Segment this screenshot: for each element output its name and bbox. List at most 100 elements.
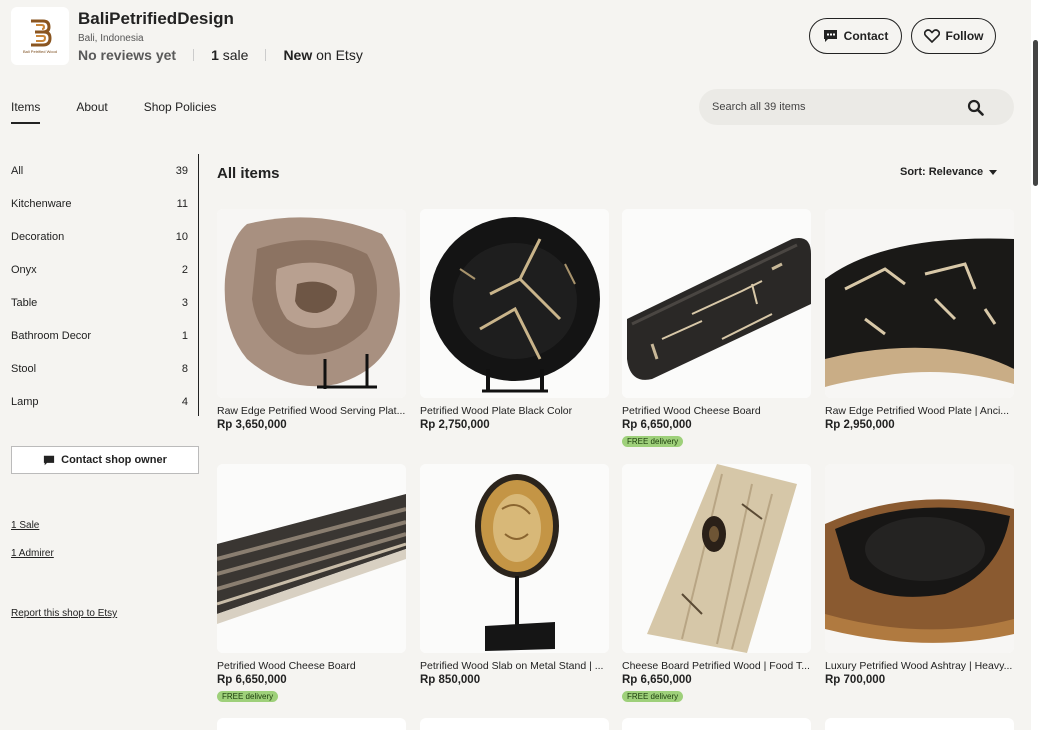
category-count: 1 xyxy=(181,329,188,342)
category-label: Kitchenware xyxy=(11,197,72,210)
listing-title[interactable]: Raw Edge Petrified Wood Serving Plat... xyxy=(217,405,406,417)
listing-card[interactable]: Raw Edge Petrified Wood Serving Plat... … xyxy=(217,209,406,431)
free-delivery-badge: FREE delivery xyxy=(622,691,684,702)
listing-title[interactable]: Petrified Wood Cheese Board xyxy=(217,660,406,672)
listing-card[interactable]: Petrified Wood Plate Black Color Rp 2,75… xyxy=(420,209,609,431)
category-count: 2 xyxy=(181,263,188,276)
scrollbar[interactable] xyxy=(1031,0,1040,730)
category-stool[interactable]: Stool 8 xyxy=(11,352,188,385)
category-label: Decoration xyxy=(11,230,65,243)
category-table[interactable]: Table 3 xyxy=(11,286,188,319)
sort-dropdown[interactable]: Sort: Relevance xyxy=(900,166,998,178)
shop-name[interactable]: BaliPetrifiedDesign xyxy=(78,9,234,29)
listing-card[interactable]: Luxury Petrified Wood Ashtray | Heavy...… xyxy=(825,464,1014,686)
contact-shop-owner-button[interactable]: Contact shop owner xyxy=(11,446,199,474)
category-label: All xyxy=(11,164,24,177)
search-input[interactable]: Search all 39 items xyxy=(699,89,1014,125)
chat-icon xyxy=(823,30,837,42)
follow-label: Follow xyxy=(945,29,984,43)
admirer-link[interactable]: 1 Admirer xyxy=(11,548,54,559)
category-count: 39 xyxy=(175,164,188,177)
report-shop-link[interactable]: Report this shop to Etsy xyxy=(11,608,117,619)
category-kitchenware[interactable]: Kitchenware 11 xyxy=(11,187,188,220)
category-all[interactable]: All 39 xyxy=(11,154,188,187)
listing-image[interactable] xyxy=(622,464,811,653)
sort-label: Sort: Relevance xyxy=(900,166,984,178)
category-decoration[interactable]: Decoration 10 xyxy=(11,220,188,253)
search-placeholder: Search all 39 items xyxy=(712,101,806,113)
sales-label: sale xyxy=(222,47,249,63)
divider xyxy=(193,49,195,61)
listing-card[interactable]: Raw Edge Petrified Wood Plate | Anci... … xyxy=(825,209,1014,431)
listing-title[interactable]: Raw Edge Petrified Wood Plate | Anci... xyxy=(825,405,1014,417)
listing-price: Rp 3,650,000 xyxy=(217,419,287,431)
category-label: Table xyxy=(11,296,38,309)
search-icon[interactable] xyxy=(967,99,984,116)
category-label: Onyx xyxy=(11,263,37,276)
listing-image[interactable] xyxy=(420,209,609,398)
listing-title[interactable]: Petrified Wood Cheese Board xyxy=(622,405,811,417)
category-label: Stool xyxy=(11,362,37,375)
caret-down-icon xyxy=(989,169,998,175)
listing-card-peek xyxy=(622,718,811,730)
sidebar: All 39 Kitchenware 11 Decoration 10 Onyx 2 T… xyxy=(11,154,199,619)
listing-image[interactable] xyxy=(825,209,1014,398)
listing-price: Rp 850,000 xyxy=(420,674,481,686)
listing-price: Rp 6,650,000 xyxy=(622,674,692,686)
category-lamp[interactable]: Lamp 4 xyxy=(11,385,188,418)
category-count: 3 xyxy=(181,296,188,309)
listing-card-peek xyxy=(825,718,1014,730)
tab-about[interactable]: About xyxy=(76,100,107,124)
category-count: 10 xyxy=(175,230,188,243)
listing-image[interactable] xyxy=(217,209,406,398)
new-label: New xyxy=(283,47,313,63)
category-bathroom-decor[interactable]: Bathroom Decor 1 xyxy=(11,319,188,352)
page-title: All items xyxy=(217,165,280,182)
free-delivery-badge: FREE delivery xyxy=(217,691,279,702)
listing-card[interactable]: Petrified Wood Cheese Board Rp 6,650,000… xyxy=(217,464,406,704)
tab-items[interactable]: Items xyxy=(11,100,41,124)
tab-shop-policies[interactable]: Shop Policies xyxy=(144,100,217,124)
listing-card[interactable]: Petrified Wood Slab on Metal Stand | ...… xyxy=(420,464,609,686)
listing-price: Rp 700,000 xyxy=(825,674,886,686)
listing-card-peek xyxy=(420,718,609,730)
category-list: All 39 Kitchenware 11 Decoration 10 Onyx 2 T… xyxy=(11,154,199,416)
follow-button[interactable]: Follow xyxy=(911,18,996,54)
category-label: Lamp xyxy=(11,395,39,408)
shop-logo-mark xyxy=(31,19,52,47)
sales-link[interactable]: 1 Sale xyxy=(11,520,39,531)
contact-label: Contact xyxy=(843,29,889,43)
category-count: 4 xyxy=(181,395,188,408)
on-etsy-label: on Etsy xyxy=(316,47,363,63)
listing-image[interactable] xyxy=(420,464,609,653)
sales-count: 1 xyxy=(211,47,219,63)
shop-logo[interactable]: Bali Petrified Wood xyxy=(11,7,69,65)
listing-title[interactable]: Cheese Board Petrified Wood | Food T... xyxy=(622,660,811,672)
category-count: 8 xyxy=(181,362,188,375)
shop-location: Bali, Indonesia xyxy=(78,33,144,44)
listing-card-peek xyxy=(217,718,406,730)
category-label: Bathroom Decor xyxy=(11,329,92,342)
listing-price: Rp 2,950,000 xyxy=(825,419,895,431)
listing-image[interactable] xyxy=(622,209,811,398)
scrollbar-thumb[interactable] xyxy=(1033,40,1038,186)
chat-icon xyxy=(44,455,55,465)
listing-title[interactable]: Luxury Petrified Wood Ashtray | Heavy... xyxy=(825,660,1014,672)
reviews-text: No reviews yet xyxy=(78,47,177,63)
listing-card[interactable]: Cheese Board Petrified Wood | Food T... … xyxy=(622,464,811,704)
free-delivery-badge: FREE delivery xyxy=(622,436,684,447)
listing-price: Rp 6,650,000 xyxy=(217,674,287,686)
contact-owner-label: Contact shop owner xyxy=(61,454,167,466)
contact-button[interactable]: Contact xyxy=(809,18,902,54)
listing-card[interactable]: Petrified Wood Cheese Board Rp 6,650,000… xyxy=(622,209,811,449)
listing-title[interactable]: Petrified Wood Slab on Metal Stand | ... xyxy=(420,660,609,672)
listing-price: Rp 2,750,000 xyxy=(420,419,490,431)
listing-price: Rp 6,650,000 xyxy=(622,419,692,431)
heart-icon xyxy=(923,29,940,43)
listing-image[interactable] xyxy=(217,464,406,653)
listing-image[interactable] xyxy=(825,464,1014,653)
logo-caption: Bali Petrified Wood xyxy=(23,49,57,54)
listing-title[interactable]: Petrified Wood Plate Black Color xyxy=(420,405,609,417)
category-onyx[interactable]: Onyx 2 xyxy=(11,253,188,286)
shop-stats: No reviews yet 1 sale New on Etsy xyxy=(78,47,363,63)
